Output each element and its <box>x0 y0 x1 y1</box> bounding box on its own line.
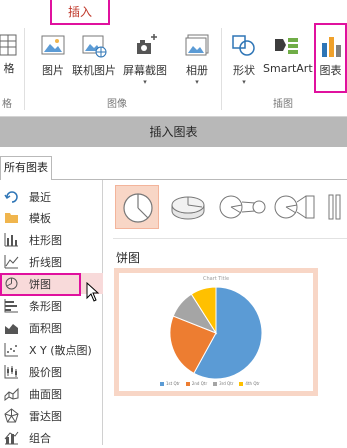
table-icon <box>0 34 17 56</box>
screenshot-button[interactable]: 屏幕截图 ▾ <box>122 33 168 86</box>
legend-item: 3rd Qtr <box>213 381 233 386</box>
category-label: 最近 <box>29 191 51 204</box>
legend-swatch <box>213 381 218 386</box>
line-chart-icon <box>4 255 19 269</box>
category-area[interactable]: 面积图 <box>0 317 103 338</box>
screenshot-label: 屏幕截图 <box>123 64 167 77</box>
divider <box>113 238 347 239</box>
picture-button[interactable]: 图片 <box>37 33 69 78</box>
category-recent[interactable]: 最近 <box>0 186 103 207</box>
picture-label: 图片 <box>42 64 64 77</box>
group-divider <box>24 28 25 110</box>
dialog-title: 插入图表 <box>0 117 347 147</box>
pie-subtype-2d-pie[interactable] <box>115 185 159 229</box>
online-picture-icon <box>82 35 107 58</box>
legend-swatch <box>239 381 244 386</box>
legend-swatch <box>185 381 190 386</box>
category-column[interactable]: 柱形图 <box>0 229 103 250</box>
legend-label: 3rd Qtr <box>219 381 234 386</box>
preview-legend: 1st Qtr 2nd Qtr 3rd Qtr 4th Qtr <box>160 381 300 386</box>
legend-label: 1st Qtr <box>166 381 180 386</box>
legend-label: 2nd Qtr <box>191 381 208 386</box>
legend-item: 1st Qtr <box>160 381 180 386</box>
images-group-label: 图像 <box>107 99 127 110</box>
preview-pie-chart <box>169 286 263 380</box>
category-label: 股价图 <box>29 366 62 379</box>
mouse-cursor-icon <box>86 282 100 302</box>
category-template[interactable]: 模板 <box>0 207 103 228</box>
pie-category-highlight <box>0 273 81 296</box>
category-label: 组合 <box>29 432 51 445</box>
category-label: X Y (散点图) <box>29 344 92 357</box>
legend-item: 2nd Qtr <box>185 381 208 386</box>
group-divider <box>221 28 222 110</box>
column-chart-icon <box>4 233 18 247</box>
smartart-icon <box>275 38 298 54</box>
smartart-button[interactable]: SmartArt <box>263 33 313 75</box>
shapes-label: 形状 <box>233 64 255 77</box>
screenshot-icon <box>137 34 157 54</box>
combo-chart-icon <box>4 431 19 445</box>
bar-of-pie-icon <box>274 195 315 219</box>
radar-chart-icon <box>4 408 19 423</box>
smartart-label: SmartArt <box>263 62 313 75</box>
tab-insert[interactable]: 插入 <box>50 0 110 25</box>
category-radar[interactable]: 雷达图 <box>0 405 103 426</box>
recent-icon <box>4 191 18 203</box>
shapes-button[interactable]: 形状 ▾ <box>228 33 260 86</box>
picture-icon <box>41 35 65 55</box>
category-label: 雷达图 <box>29 410 62 423</box>
chevron-down-icon: ▾ <box>242 78 246 86</box>
category-surface[interactable]: 曲面图 <box>0 383 103 404</box>
category-label: 柱形图 <box>29 234 62 247</box>
area-chart-icon <box>5 324 18 334</box>
tab-all-charts[interactable]: 所有图表 <box>0 156 52 180</box>
table-button[interactable]: 格 <box>0 33 18 76</box>
bar-chart-icon <box>4 299 18 313</box>
tables-group-label: 格 <box>2 99 12 110</box>
legend-label: 4th Qtr <box>245 381 260 386</box>
pie-2d-icon <box>123 193 153 223</box>
preview-title: 饼图 <box>116 251 141 265</box>
stock-chart-icon <box>4 365 18 379</box>
category-label: 模板 <box>29 212 51 225</box>
legend-swatch <box>160 381 164 386</box>
photo-album-icon <box>185 34 209 56</box>
chevron-down-icon: ▾ <box>195 78 199 86</box>
table-label: 格 <box>3 62 15 75</box>
template-folder-icon <box>5 213 18 223</box>
shapes-icon <box>232 35 255 56</box>
category-label: 条形图 <box>29 300 62 313</box>
pie-of-pie-icon <box>219 195 266 219</box>
photo-album-label: 相册 <box>186 64 208 77</box>
category-stock[interactable]: 股价图 <box>0 361 103 382</box>
pie-subtype-3d-pie[interactable] <box>166 185 210 229</box>
doughnut-icon <box>328 194 341 220</box>
category-line[interactable]: 折线图 <box>0 251 103 272</box>
pie-subtype-doughnut[interactable] <box>326 185 347 229</box>
online-picture-button[interactable]: 联机图片 <box>71 33 117 78</box>
category-scatter[interactable]: X Y (散点图) <box>0 339 103 360</box>
legend-item: 4th Qtr <box>239 381 260 386</box>
pie-3d-icon <box>171 196 205 220</box>
scatter-chart-icon <box>4 343 18 357</box>
surface-chart-icon <box>4 387 19 401</box>
online-picture-label: 联机图片 <box>72 64 116 77</box>
pie-subtype-bar-of-pie[interactable] <box>272 185 316 229</box>
illustrations-group-label: 插图 <box>273 99 293 110</box>
category-label: 曲面图 <box>29 388 62 401</box>
photo-album-button[interactable]: 相册 ▾ <box>180 33 214 86</box>
category-label: 面积图 <box>29 322 62 335</box>
chart-button-highlight <box>314 23 347 93</box>
pie-subtype-pie-of-pie[interactable] <box>217 185 266 229</box>
category-label: 折线图 <box>29 256 62 269</box>
chevron-down-icon: ▾ <box>143 78 147 86</box>
